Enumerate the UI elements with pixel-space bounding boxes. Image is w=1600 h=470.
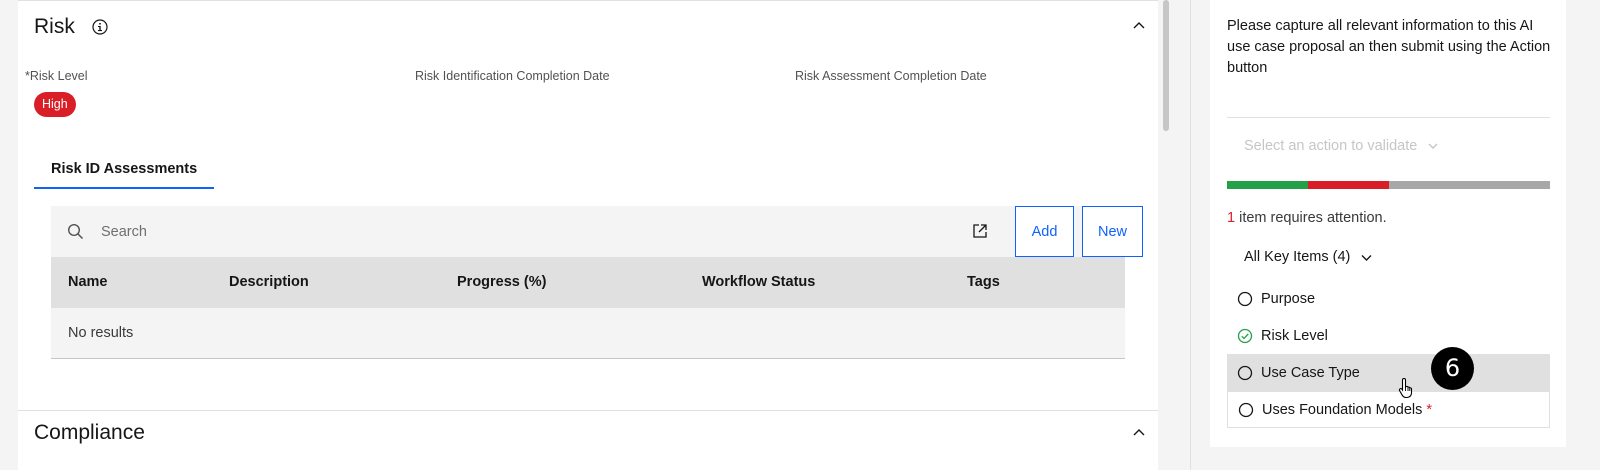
chevron-down-icon bbox=[1427, 140, 1439, 152]
instructions-text: Please capture all relevant information … bbox=[1227, 18, 1551, 76]
completion-progress-bar bbox=[1227, 181, 1550, 189]
add-button[interactable]: Add bbox=[1015, 206, 1074, 257]
table-toolbar: Add New bbox=[51, 206, 1143, 257]
progress-complete-segment bbox=[1227, 181, 1308, 189]
collapse-compliance-chevron-up-icon[interactable] bbox=[1132, 426, 1146, 440]
panel-divider bbox=[1190, 0, 1191, 470]
key-items-dropdown-label: All Key Items (4) bbox=[1244, 249, 1351, 265]
key-items-panel: Please capture all relevant information … bbox=[1210, 0, 1566, 447]
main-scrollbar-thumb[interactable] bbox=[1163, 0, 1169, 131]
search-icon bbox=[67, 223, 84, 240]
empty-circle-icon bbox=[1237, 291, 1253, 307]
column-header-tags[interactable]: Tags bbox=[967, 274, 1000, 290]
hand-cursor-icon bbox=[1398, 377, 1416, 399]
chevron-down-icon bbox=[1360, 251, 1373, 264]
risk-identification-date-label: Risk Identification Completion Date bbox=[415, 69, 610, 83]
main-panel: Risk *Risk Level Risk Identification Com… bbox=[18, 0, 1158, 470]
checkmark-circle-icon bbox=[1237, 328, 1253, 344]
new-button[interactable]: New bbox=[1082, 206, 1143, 257]
risk-section-title: Risk bbox=[34, 15, 75, 38]
key-item-purpose[interactable]: Purpose bbox=[1227, 280, 1550, 317]
table-header: Name Description Progress (%) Workflow S… bbox=[51, 257, 1125, 308]
risk-section-header[interactable]: Risk bbox=[34, 15, 108, 39]
table-body: No results bbox=[51, 308, 1125, 359]
progress-attention-segment bbox=[1307, 181, 1389, 189]
section-divider bbox=[18, 410, 1158, 411]
empty-circle-icon bbox=[1238, 402, 1254, 418]
compliance-section-header[interactable]: Compliance bbox=[34, 421, 145, 445]
action-select[interactable]: Select an action to validate bbox=[1244, 138, 1439, 154]
column-header-name[interactable]: Name bbox=[68, 274, 108, 290]
column-header-progress[interactable]: Progress (%) bbox=[457, 274, 546, 290]
empty-state-text: No results bbox=[68, 325, 134, 341]
key-item-use-case-type[interactable]: Use Case Type bbox=[1227, 354, 1550, 391]
action-select-placeholder: Select an action to validate bbox=[1244, 138, 1418, 154]
required-marker: * bbox=[1426, 401, 1433, 418]
attention-message: 1 item requires attention. bbox=[1227, 210, 1387, 226]
column-header-workflow-status[interactable]: Workflow Status bbox=[702, 274, 815, 290]
empty-circle-icon bbox=[1237, 365, 1253, 381]
attention-count: 1 bbox=[1227, 210, 1236, 226]
compliance-section-title: Compliance bbox=[34, 421, 145, 444]
risk-level-tag: High bbox=[34, 92, 76, 117]
launch-icon[interactable] bbox=[972, 223, 988, 239]
panel-separator bbox=[1227, 117, 1550, 118]
info-icon[interactable] bbox=[92, 19, 108, 35]
key-item-risk-level[interactable]: Risk Level bbox=[1227, 317, 1550, 354]
key-items-dropdown[interactable]: All Key Items (4) bbox=[1244, 249, 1373, 265]
step-number-badge: 6 bbox=[1431, 347, 1474, 390]
key-item-uses-foundation-models[interactable]: Uses Foundation Models * bbox=[1227, 391, 1550, 428]
search-input[interactable] bbox=[101, 216, 901, 248]
risk-assessment-date-label: Risk Assessment Completion Date bbox=[795, 69, 987, 83]
risk-level-label: *Risk Level bbox=[25, 69, 88, 83]
tab-risk-id-assessments[interactable]: Risk ID Assessments bbox=[34, 151, 214, 189]
column-header-description[interactable]: Description bbox=[229, 274, 309, 290]
collapse-risk-chevron-up-icon[interactable] bbox=[1132, 19, 1146, 33]
